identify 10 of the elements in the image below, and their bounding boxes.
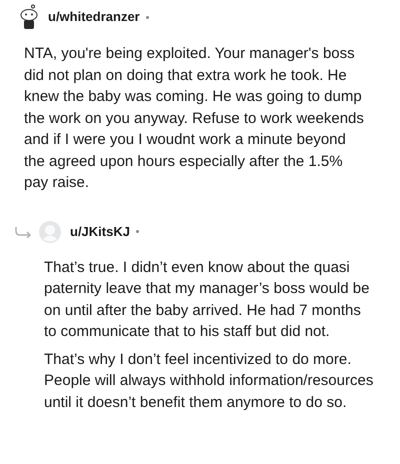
- comment-text: That’s true. I didn’t even know about the quasi paternity leave that my manager’s boss would be on until after the baby arrived. He had 7 months to communicate that to his staff but did not.: [44, 258, 370, 342]
- username[interactable]: u/JKitsKJ: [70, 222, 130, 242]
- separator-dot-icon: [136, 230, 139, 233]
- separator-dot-icon: [146, 16, 149, 18]
- avatar-icon: [18, 4, 40, 30]
- comment-text: That’s why I don’t feel incentivized to do more. People will always withhold information/resources until it doesn’t benefit them anymore to do so.: [44, 350, 374, 412]
- username[interactable]: u/whitedranzer: [48, 7, 140, 27]
- avatar-icon: [38, 220, 62, 244]
- comment-text: NTA, you're being exploited. Your manager's boss did not plan on doing that extra work he took. He knew the baby was coming. He was going to dump the work on you anyway. Refuse to work weekends and if I were you I woudnt work a minute beyond the agreed upon hours especially after the 1.5% pay raise.: [24, 44, 365, 193]
- reply-arrow-icon: [14, 226, 32, 238]
